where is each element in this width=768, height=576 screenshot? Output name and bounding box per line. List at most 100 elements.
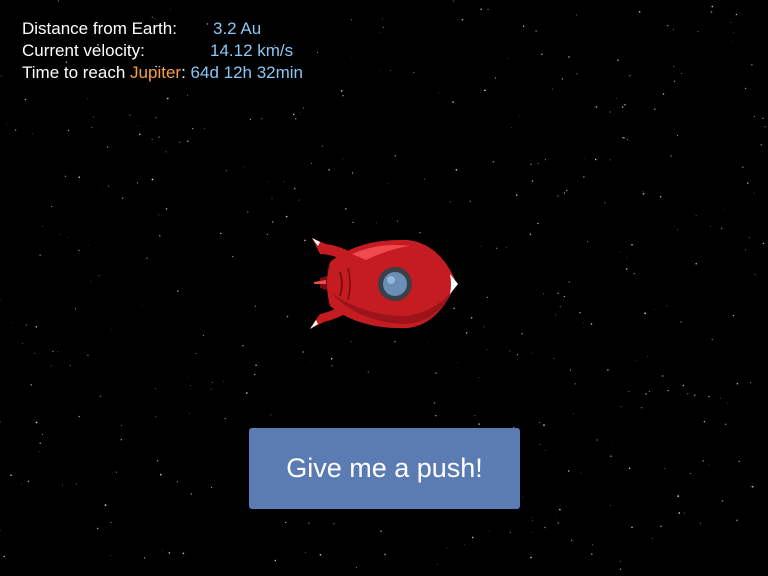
star [626, 138, 628, 140]
star [594, 158, 597, 161]
star [559, 505, 561, 506]
star [680, 321, 682, 323]
star [659, 195, 662, 198]
star [570, 539, 573, 542]
star [455, 168, 458, 171]
star [579, 311, 581, 314]
star [628, 391, 630, 393]
star [509, 350, 511, 352]
star [78, 415, 80, 418]
star [433, 402, 436, 404]
star [753, 192, 755, 194]
star [559, 306, 561, 308]
star [621, 106, 624, 108]
star [27, 480, 30, 483]
star [380, 31, 381, 33]
star [710, 11, 713, 13]
game-stage: Distance from Earth: 3.2 Au Current velo… [0, 0, 768, 576]
star [317, 180, 318, 182]
star [446, 547, 448, 549]
star [231, 255, 234, 258]
star [42, 225, 44, 227]
star [271, 221, 274, 223]
star [187, 140, 189, 143]
star [483, 326, 485, 328]
star [254, 373, 256, 376]
star [271, 198, 273, 199]
star [379, 69, 381, 71]
star [697, 31, 699, 33]
star [177, 290, 179, 292]
star [535, 30, 537, 32]
star [15, 129, 17, 131]
star [304, 551, 306, 553]
star [735, 13, 738, 16]
star [749, 382, 752, 384]
star [764, 126, 766, 128]
star [624, 103, 626, 106]
star [202, 334, 204, 337]
star [748, 237, 751, 239]
star [165, 151, 167, 153]
star [741, 166, 744, 169]
distance-label: Distance from Earth: [22, 19, 177, 38]
star [182, 552, 185, 555]
star [39, 442, 41, 444]
star [387, 183, 389, 185]
star [492, 160, 495, 163]
star [452, 0, 454, 2]
star [623, 137, 626, 139]
star [531, 519, 533, 521]
star [480, 245, 482, 247]
star [732, 314, 735, 317]
star [384, 553, 386, 556]
star [38, 450, 40, 452]
star [141, 304, 143, 306]
star [709, 225, 711, 227]
star [654, 108, 656, 111]
star [192, 127, 194, 130]
star [539, 444, 541, 445]
star [179, 141, 181, 143]
star [583, 176, 585, 178]
star [478, 423, 481, 425]
star [723, 209, 725, 211]
star [721, 500, 724, 502]
star [537, 162, 539, 164]
star [186, 94, 188, 96]
planet-name: Jupiter [130, 63, 182, 82]
rocket-ship-graphic [310, 238, 458, 329]
star [573, 413, 574, 415]
star [424, 178, 426, 180]
star [22, 343, 24, 344]
star [154, 388, 156, 390]
star [720, 227, 723, 230]
star [725, 423, 727, 425]
push-button[interactable]: Give me a push! [249, 428, 520, 509]
star [567, 470, 570, 472]
star [331, 365, 333, 367]
star [610, 455, 612, 457]
star [261, 118, 263, 120]
star [204, 127, 205, 129]
star [494, 77, 497, 79]
star [120, 439, 122, 441]
star [450, 201, 452, 203]
star [683, 512, 685, 514]
star [342, 95, 344, 97]
time-label-prefix: Time to reach [22, 63, 131, 82]
hud-row-velocity: Current velocity: 14.12 km/s [22, 40, 303, 62]
star [464, 544, 466, 546]
star [568, 56, 570, 58]
star [352, 171, 354, 173]
star [376, 222, 377, 224]
star [616, 98, 617, 99]
star [640, 406, 643, 409]
star [699, 522, 701, 524]
star [267, 181, 268, 183]
star [469, 200, 471, 202]
star [255, 364, 257, 367]
star [555, 314, 557, 316]
star [435, 372, 437, 374]
star [711, 5, 714, 8]
